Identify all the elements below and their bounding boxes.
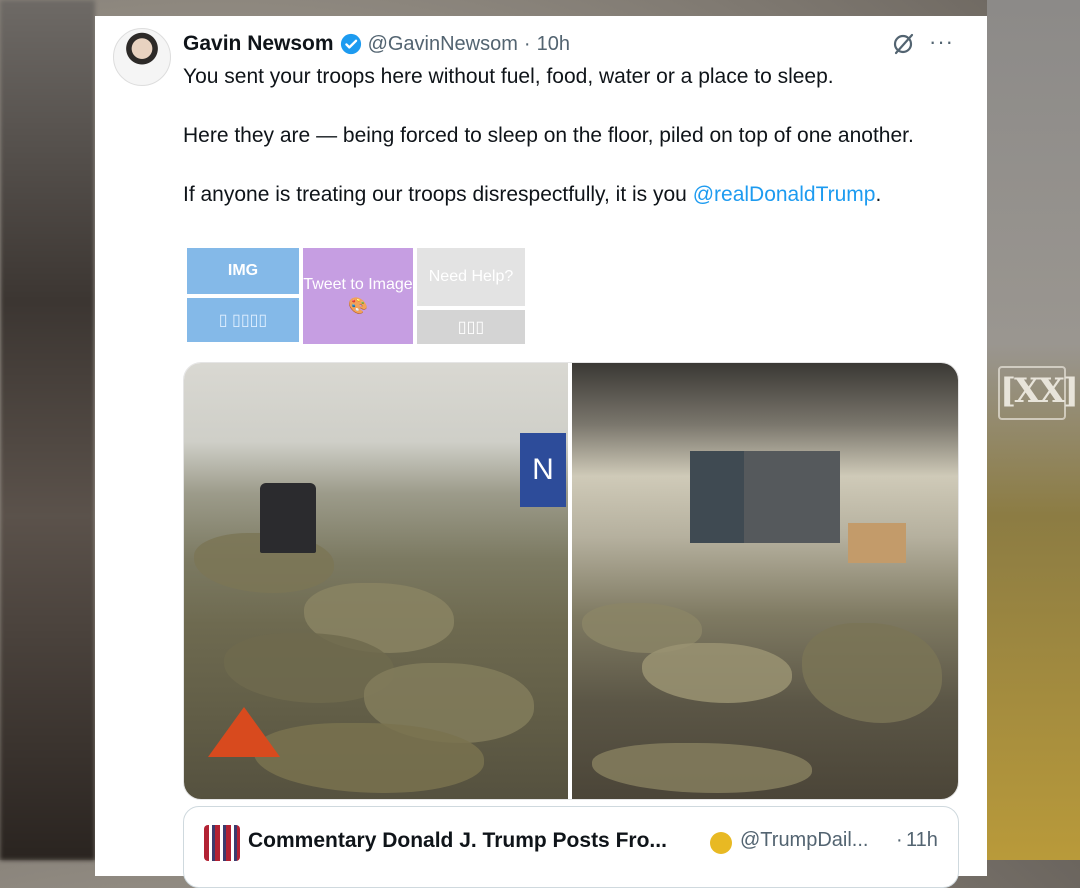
cardboard-box (848, 523, 906, 563)
warning-triangle (208, 707, 280, 757)
photo-left[interactable]: N (184, 363, 568, 799)
camo-shape (802, 623, 942, 723)
quoted-handle[interactable]: @TrumpDail... (740, 829, 868, 852)
avatar[interactable] (113, 28, 171, 86)
tweet-paragraph-3: If anyone is treating our troops disresp… (183, 180, 973, 209)
grok-icon[interactable] (891, 32, 915, 56)
img-button-label: IMG (227, 262, 259, 279)
tweet-paragraph-3-end: . (875, 183, 882, 206)
quoted-tweet[interactable]: Commentary Donald J. Trump Posts Fro... … (183, 806, 959, 888)
tweet-text: You sent your troops here without fuel, … (183, 62, 973, 239)
tweet-card[interactable]: Gavin Newsom @GavinNewsom · 10h ··· You … (95, 16, 987, 888)
background-right-blur (987, 0, 1080, 860)
tweet-time[interactable]: 10h (537, 33, 570, 56)
camo-shape (592, 743, 812, 793)
media-grid[interactable]: N (183, 362, 959, 800)
verified-badge-icon (340, 33, 361, 55)
palette-icon: 🎨 (348, 298, 368, 315)
extension-widget: IMG ▯ ▯▯▯▯ Tweet to Image 🎨 Need Help? ▯… (187, 248, 527, 344)
photo-right[interactable] (572, 363, 958, 799)
tweet-paragraph-3-text: If anyone is treating our troops disresp… (183, 183, 693, 206)
need-help-label: Need Help? (428, 268, 514, 285)
img-secondary-label: ▯ ▯▯▯▯ (218, 312, 268, 329)
author-handle[interactable]: @GavinNewsom (368, 33, 518, 56)
tweet-header: Gavin Newsom @GavinNewsom · 10h (183, 30, 570, 58)
scanner-panel (744, 451, 840, 543)
quoted-avatar[interactable] (204, 825, 240, 861)
need-help-button[interactable]: Need Help? (417, 248, 525, 306)
quoted-time[interactable]: 11h (906, 829, 938, 852)
author-name[interactable]: Gavin Newsom (183, 32, 334, 56)
mention-link[interactable]: @realDonaldTrump (693, 183, 876, 206)
office-chair (260, 483, 316, 553)
blue-sign: N (520, 433, 566, 507)
quoted-author-name[interactable]: Commentary Donald J. Trump Posts Fro... (248, 829, 667, 853)
help-secondary-label: ▯▯▯ (457, 319, 485, 336)
img-secondary-button[interactable]: ▯ ▯▯▯▯ (187, 298, 299, 342)
quoted-separator-dot: · (896, 829, 903, 851)
tweet-paragraph-2: Here they are — being forced to sleep on… (183, 124, 914, 147)
background-left-blur (0, 0, 95, 860)
separator-dot: · (523, 32, 531, 55)
img-button[interactable]: IMG (187, 248, 299, 294)
more-options-icon[interactable]: ··· (929, 31, 954, 53)
tweet-to-image-label: Tweet to Image (303, 276, 413, 293)
tweet-to-image-button[interactable]: Tweet to Image 🎨 (303, 248, 413, 344)
camo-shape (254, 723, 484, 793)
tweet-paragraph-1: You sent your troops here without fuel, … (183, 65, 834, 88)
gold-verified-badge-icon (710, 832, 732, 854)
background-logo: [XX] (998, 366, 1079, 420)
camo-shape (642, 643, 792, 703)
help-secondary-button[interactable]: ▯▯▯ (417, 310, 525, 344)
